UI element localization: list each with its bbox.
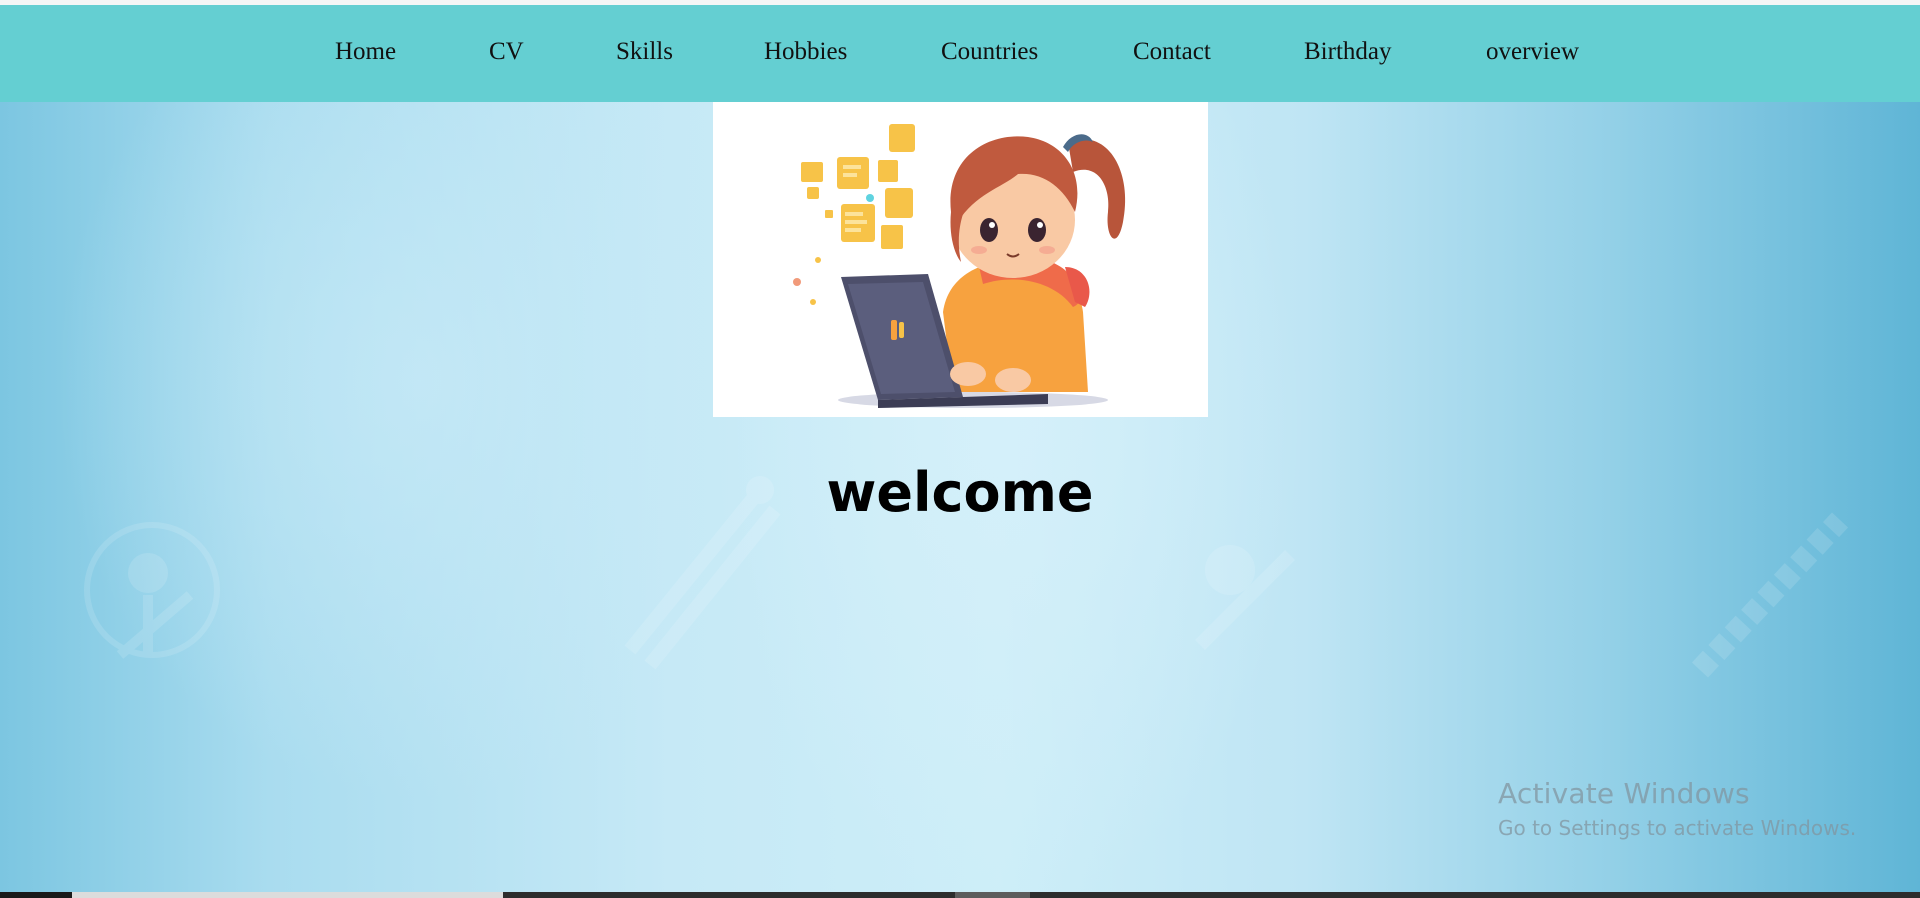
background-decoration-icon	[1691, 512, 1849, 678]
nav-overview-link[interactable]: overview	[1486, 38, 1579, 66]
nav-hobbies-link[interactable]: Hobbies	[764, 38, 847, 66]
activate-windows-watermark: Activate Windows Go to Settings to activ…	[1498, 777, 1856, 840]
welcome-heading: welcome	[826, 461, 1094, 524]
activate-windows-title: Activate Windows	[1498, 777, 1750, 810]
top-navbar: Home CV Skills Hobbies Countries Contact…	[0, 5, 1920, 102]
nav-home-link[interactable]: Home	[335, 38, 396, 66]
nav-contact-link[interactable]: Contact	[1133, 38, 1211, 66]
nav-skills-link[interactable]: Skills	[616, 38, 673, 66]
nav-countries-link[interactable]: Countries	[941, 38, 1038, 66]
taskbar-edge	[0, 892, 1920, 898]
background-decoration-icon	[1195, 545, 1295, 650]
background-decoration-icon	[84, 522, 220, 659]
girl-with-laptop-illustration-icon	[793, 124, 1126, 408]
nav-cv-link[interactable]: CV	[489, 38, 524, 66]
hero-illustration	[713, 102, 1208, 417]
nav-birthday-link[interactable]: Birthday	[1304, 38, 1392, 66]
activate-windows-subtitle: Go to Settings to activate Windows.	[1498, 816, 1857, 840]
